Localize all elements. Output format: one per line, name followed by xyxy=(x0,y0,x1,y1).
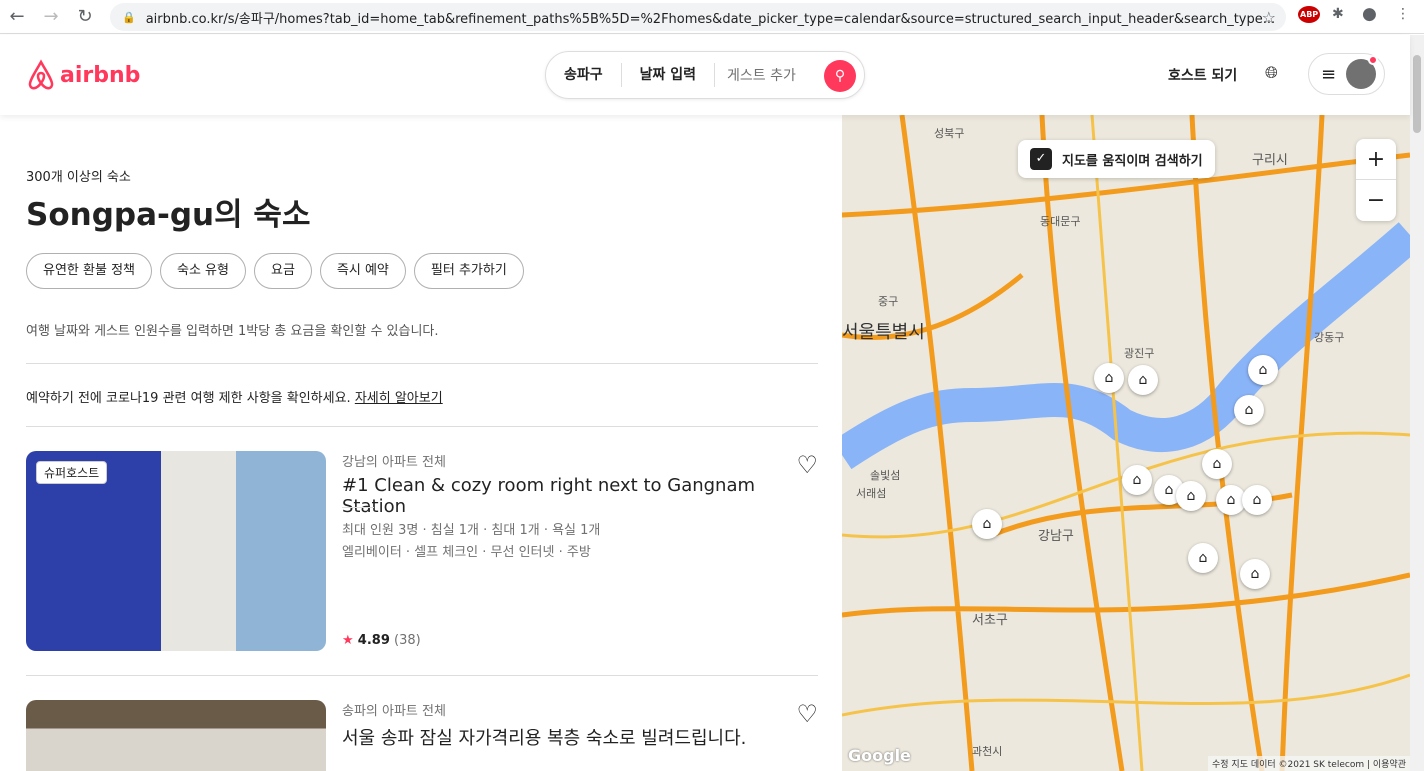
home-marker-icon[interactable]: ⌂ xyxy=(972,509,1002,539)
heart-icon[interactable]: ♡ xyxy=(796,451,818,479)
notification-dot xyxy=(1368,55,1379,65)
map-label: 과천시 xyxy=(972,745,1003,758)
scrollbar-thumb[interactable] xyxy=(1413,55,1421,133)
home-marker-icon[interactable]: ⌂ xyxy=(1234,395,1264,425)
page-title: Songpa-gu의 숙소 xyxy=(26,197,311,233)
map[interactable]: 성북구 동대문구 구리시 중구 서울특별시 광진구 강동구 솔빛섬 서래섬 강남… xyxy=(842,115,1410,771)
zoom-controls: + − xyxy=(1356,139,1396,221)
adblock-icon[interactable]: ABP xyxy=(1298,6,1321,23)
search-button[interactable]: ⚲ xyxy=(824,60,856,92)
menu-dots-icon[interactable]: ⋮ xyxy=(1396,6,1410,22)
filter-more[interactable]: 필터 추가하기 xyxy=(413,253,524,289)
home-marker-icon[interactable]: ⌂ xyxy=(1176,481,1206,511)
listing-amenities: 엘리베이터 · 셀프 체크인 · 무선 인터넷 · 주방 xyxy=(342,545,591,560)
google-logo: Google xyxy=(848,746,911,765)
address-bar[interactable]: 🔒 airbnb.co.kr/s/송파구/homes?tab_id=home_ta… xyxy=(110,3,1286,31)
home-marker-icon[interactable]: ⌂ xyxy=(1122,465,1152,495)
map-label: 동대문구 xyxy=(1040,215,1081,228)
map-label: 서래섬 xyxy=(856,487,887,500)
filter-flexible-refund[interactable]: 유연한 환불 정책 xyxy=(26,253,152,289)
avatar xyxy=(1346,55,1379,89)
home-marker-icon[interactable]: ⌂ xyxy=(1128,365,1158,395)
covid-notice: 예약하기 전에 코로나19 관련 여행 제한 사항을 확인하세요. 자세히 알아… xyxy=(26,391,443,406)
checkbox-checked-icon[interactable]: ✓ xyxy=(1030,148,1052,170)
dates-field[interactable]: 날짜 입력 xyxy=(622,63,716,87)
browser-toolbar: ← → ↻ 🔒 airbnb.co.kr/s/송파구/homes?tab_id=h… xyxy=(0,0,1424,34)
back-icon[interactable]: ← xyxy=(0,6,34,27)
map-label: 구리시 xyxy=(1252,153,1288,168)
filter-bar: 유연한 환불 정책 숙소 유형 요금 즉시 예약 필터 추가하기 xyxy=(26,253,524,289)
listing-rating: ★ 4.89 (38) xyxy=(342,633,421,648)
map-label: 성북구 xyxy=(934,127,965,140)
home-marker-icon[interactable]: ⌂ xyxy=(1202,449,1232,479)
price-note: 여행 날짜와 게스트 인원수를 입력하면 1박당 총 요금을 확인할 수 있습니… xyxy=(26,324,439,339)
listing-photo[interactable] xyxy=(26,700,326,771)
page-scrollbar[interactable] xyxy=(1410,35,1424,771)
result-count: 300개 이상의 숙소 xyxy=(26,170,131,185)
forward-icon[interactable]: → xyxy=(34,6,68,27)
map-label: 솔빛섬 xyxy=(870,469,901,482)
airbnb-belo-icon xyxy=(28,59,54,90)
site-header: airbnb 송파구 날짜 입력 게스트 추가 ⚲ 호스트 되기 🌐︎ ≡ xyxy=(0,35,1410,115)
user-menu-button[interactable]: ≡ xyxy=(1308,53,1385,95)
hamburger-icon: ≡ xyxy=(1321,63,1337,85)
divider xyxy=(26,426,818,427)
zoom-out-button[interactable]: − xyxy=(1356,180,1396,221)
url-text: airbnb.co.kr/s/송파구/homes?tab_id=home_tab… xyxy=(145,11,1276,27)
guests-field[interactable]: 게스트 추가 xyxy=(715,65,808,85)
map-label: 중구 xyxy=(878,295,899,308)
filter-instant-book[interactable]: 즉시 예약 xyxy=(319,253,406,289)
search-bar[interactable]: 송파구 날짜 입력 게스트 추가 ⚲ xyxy=(545,51,865,99)
listing-card[interactable]: 송파의 아파트 전체 서울 송파 잠실 자가격리용 복층 숙소로 빌려드립니다.… xyxy=(26,700,818,771)
bookmark-star-icon[interactable]: ☆ xyxy=(1262,8,1276,27)
terms-link[interactable]: 이용약관 xyxy=(1373,760,1406,770)
superhost-badge: 슈퍼호스트 xyxy=(36,461,108,484)
lock-icon: 🔒 xyxy=(122,10,136,24)
map-label: 강동구 xyxy=(1314,331,1345,344)
listing-type: 송파의 아파트 전체 xyxy=(342,704,446,719)
extensions-icon[interactable]: ✱ xyxy=(1332,6,1344,22)
map-label: 강남구 xyxy=(1038,529,1074,544)
globe-icon[interactable]: 🌐︎ xyxy=(1265,63,1278,83)
map-background xyxy=(842,115,1410,771)
zoom-in-button[interactable]: + xyxy=(1356,139,1396,180)
map-label: 서초구 xyxy=(972,613,1008,628)
divider xyxy=(342,507,374,508)
location-field[interactable]: 송파구 xyxy=(546,63,622,87)
profile-icon[interactable]: ● xyxy=(1362,4,1377,24)
search-as-map-moves-toggle[interactable]: ✓ 지도를 움직이며 검색하기 xyxy=(1018,140,1215,178)
listing-card[interactable]: 슈퍼호스트 강남의 아파트 전체 #1 Clean & cozy room ri… xyxy=(26,451,818,651)
star-icon: ★ xyxy=(342,633,354,648)
reload-icon[interactable]: ↻ xyxy=(68,6,102,27)
home-marker-icon[interactable]: ⌂ xyxy=(1188,543,1218,573)
listing-type: 강남의 아파트 전체 xyxy=(342,455,446,470)
airbnb-logo[interactable]: airbnb xyxy=(26,59,140,91)
become-host-link[interactable]: 호스트 되기 xyxy=(1168,65,1237,85)
map-label: 서울특별시 xyxy=(842,322,925,343)
map-label: 광진구 xyxy=(1124,347,1155,360)
divider xyxy=(26,363,818,364)
listing-photo[interactable]: 슈퍼호스트 xyxy=(26,451,326,651)
listing-title[interactable]: 서울 송파 잠실 자가격리용 복층 숙소로 빌려드립니다. xyxy=(342,724,746,750)
filter-type[interactable]: 숙소 유형 xyxy=(160,253,246,289)
home-marker-icon[interactable]: ⌂ xyxy=(1248,355,1278,385)
listing-details: 최대 인원 3명 · 침실 1개 · 침대 1개 · 욕실 1개 xyxy=(342,523,601,538)
listing-title[interactable]: #1 Clean & cozy room right next to Gangn… xyxy=(342,475,818,517)
divider xyxy=(26,675,818,676)
heart-icon[interactable]: ♡ xyxy=(796,700,818,728)
filter-price[interactable]: 요금 xyxy=(253,253,312,289)
home-marker-icon[interactable]: ⌂ xyxy=(1242,485,1272,515)
listings-panel: 300개 이상의 숙소 Songpa-gu의 숙소 유연한 환불 정책 숙소 유… xyxy=(0,115,842,771)
learn-more-link[interactable]: 자세히 알아보기 xyxy=(355,391,443,406)
home-marker-icon[interactable]: ⌂ xyxy=(1094,363,1124,393)
home-marker-icon[interactable]: ⌂ xyxy=(1240,559,1270,589)
map-attribution: 수정 지도 데이터 ©2021 SK telecom | 이용약관 xyxy=(1208,756,1410,771)
